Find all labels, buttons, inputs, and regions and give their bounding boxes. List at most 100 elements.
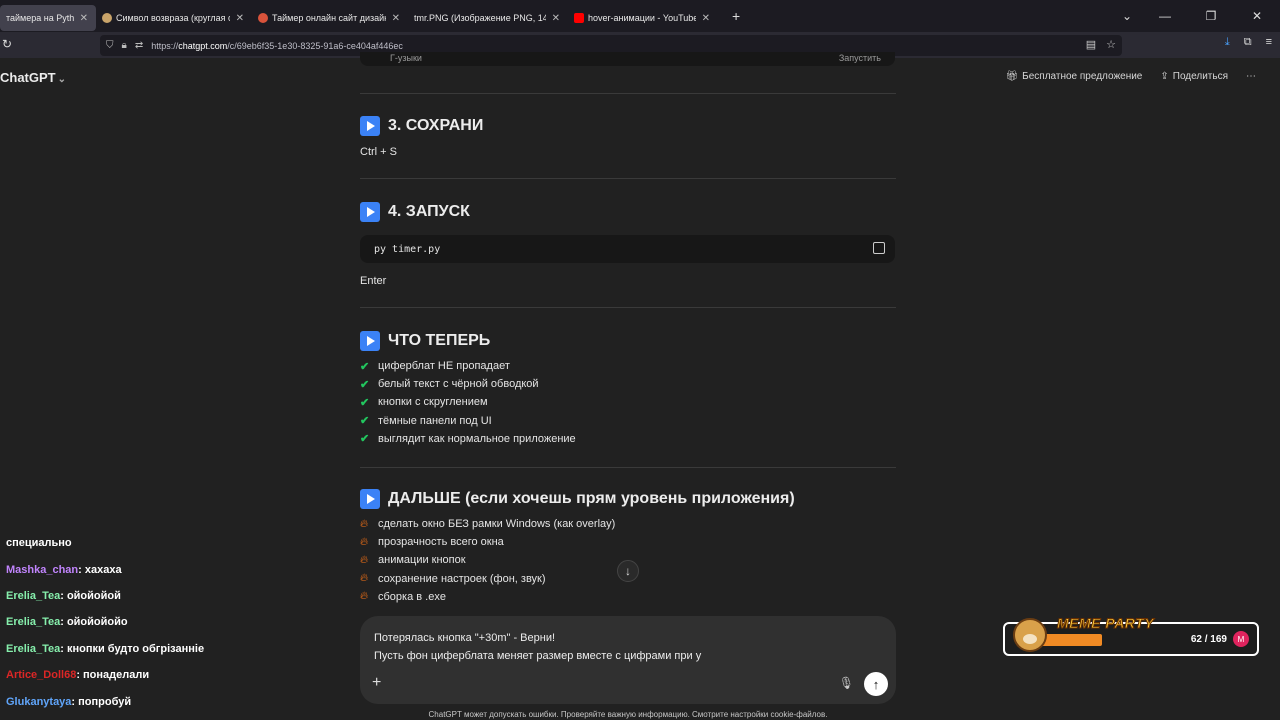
bookmark-star-icon[interactable]: ☆ <box>1106 38 1116 51</box>
reader-view-icon[interactable]: ▤ <box>1086 38 1096 51</box>
window-controls: ⌄ — ❐ ✕ <box>1112 0 1280 32</box>
list-item-text: сборка в .exe <box>378 590 446 603</box>
list-item-text: кнопки с скруглением <box>378 396 488 409</box>
url-host: chatgpt.com <box>178 40 228 51</box>
run-text: Enter <box>360 275 387 287</box>
tab-3[interactable]: tmr.PNG (Изображение PNG, 1465 ✕ <box>408 5 568 31</box>
divider <box>360 93 896 94</box>
download-icon[interactable]: ⤓ <box>1225 36 1230 49</box>
favicon-icon <box>258 13 268 23</box>
message-composer[interactable]: Потерялась кнопка "+30m" - Верни! Пусть … <box>360 616 896 704</box>
model-selector[interactable]: ChatGPT ⌄ <box>0 70 66 85</box>
more-icon: ⋯ <box>1246 71 1256 82</box>
tab-2[interactable]: Таймер онлайн сайт дизайн а ✕ <box>252 5 408 31</box>
chat-message: Artice_Doll68: понаделали <box>6 662 204 688</box>
gift-icon: 🎁︎ <box>1005 71 1019 82</box>
list-item-text: циферблат НЕ пропадает <box>378 360 510 373</box>
check-icon: ✔ <box>360 396 370 409</box>
divider <box>360 467 896 468</box>
extensions-icon[interactable]: ⧉ <box>1244 36 1252 49</box>
fire-icon: 🔥︎ <box>360 590 369 603</box>
list-item: ✔ тёмные панели под UI <box>360 412 576 430</box>
play-button-icon <box>360 202 380 222</box>
play-button-icon <box>360 331 380 351</box>
free-offer-button[interactable]: 🎁︎ Бесплатное предложение <box>1005 71 1142 82</box>
browser-tab-bar: таймера на Python ✕ Символ возвраза (кру… <box>0 0 1280 32</box>
more-options-button[interactable]: ⋯ <box>1246 71 1256 82</box>
chat-text: специально <box>6 537 72 550</box>
disclaimer-text: ChatGPT может допускать ошибки. Проверяй… <box>428 710 828 719</box>
tab-title: таймера на Python <box>6 13 74 23</box>
stream-chat-overlay: специально Mashka_chan: хахаха Erelia_Te… <box>6 530 204 715</box>
send-button[interactable]: ↑ <box>864 672 888 696</box>
chat-message: Mashka_chan: хахаха <box>6 556 204 582</box>
list-item-text: прозрачность всего окна <box>378 536 504 549</box>
tab-title: tmr.PNG (Изображение PNG, 1465 <box>414 13 546 23</box>
attach-plus-icon[interactable]: + <box>372 674 381 692</box>
menu-icon[interactable]: ≡ <box>1266 36 1272 49</box>
heading-text: 4. ЗАПУСК <box>388 203 470 220</box>
tab-list-icon[interactable]: ⌄ <box>1112 9 1142 23</box>
chat-message: Erelia_Tea: ойойойой <box>6 583 204 609</box>
shield-icon[interactable]: ⛉ <box>106 40 114 51</box>
partial-code-text: Г-узыки <box>390 53 422 63</box>
divider <box>360 178 896 179</box>
run-code-button[interactable]: Запустить <box>839 53 881 63</box>
doge-icon <box>1013 618 1047 652</box>
close-tab-icon[interactable]: ✕ <box>236 13 244 24</box>
code-block: py timer.py <box>360 235 895 263</box>
chat-username: Erelia_Tea <box>6 616 61 629</box>
composer-input[interactable]: Потерялась кнопка "+30m" - Верни! Пусть … <box>374 629 701 665</box>
close-tab-icon[interactable]: ✕ <box>552 13 560 24</box>
list-item-text: выглядит как нормальное приложение <box>378 432 576 445</box>
list-item-text: сделать окно БЕЗ рамки Windows (как over… <box>378 518 616 531</box>
scroll-down-button[interactable]: ↓ <box>617 560 639 582</box>
meme-count: 62 / 169 <box>1190 634 1227 645</box>
youtube-icon <box>574 13 584 23</box>
share-button[interactable]: ⇪ Поделиться <box>1160 71 1228 82</box>
chat-text: : понаделали <box>76 669 150 682</box>
restore-icon[interactable]: ❐ <box>1188 9 1234 23</box>
meme-party-widget: MEME PARTY 62 / 169 M <box>1003 615 1259 656</box>
section-heading-save: 3. СОХРАНИ <box>360 116 483 136</box>
permissions-icon[interactable]: ⇄ <box>135 40 143 51</box>
check-icon: ✔ <box>360 378 370 391</box>
tab-4[interactable]: hover-анимации - YouTube ✕ <box>568 5 718 31</box>
share-icon: ⇪ <box>1160 71 1169 82</box>
lock-icon[interactable]: 🔒︎ <box>122 40 127 51</box>
badge-icon: M <box>1233 631 1249 647</box>
close-tab-icon[interactable]: ✕ <box>702 13 710 24</box>
copy-icon[interactable] <box>873 242 885 254</box>
microphone-icon[interactable]: 🎙︎ <box>839 676 854 690</box>
tab-title: Символ возвраза (круглая стр <box>116 13 230 23</box>
tab-1[interactable]: Символ возвраза (круглая стр ✕ <box>96 5 252 31</box>
chevron-down-icon: ⌄ <box>57 74 67 85</box>
close-window-icon[interactable]: ✕ <box>1234 9 1280 23</box>
new-tab-icon[interactable]: + <box>732 8 740 24</box>
partial-code-block: Г-узыки Запустить <box>360 52 895 66</box>
chat-username: Erelia_Tea <box>6 589 61 602</box>
play-button-icon <box>360 116 380 136</box>
list-item-text: сохранение настроек (фон, звук) <box>378 572 546 585</box>
list-item: ✔ кнопки с скруглением <box>360 393 576 411</box>
fire-icon: 🔥︎ <box>360 572 369 585</box>
play-button-icon <box>360 489 380 509</box>
chat-username: Artice_Doll68 <box>6 669 77 682</box>
chat-username: Glukanytaya <box>6 695 72 708</box>
list-item: ✔ белый текст с чёрной обводкой <box>360 375 576 393</box>
close-tab-icon[interactable]: ✕ <box>80 13 88 24</box>
favicon-icon <box>102 13 112 23</box>
minimize-icon[interactable]: — <box>1142 9 1188 23</box>
fire-icon: 🔥︎ <box>360 553 369 566</box>
tab-0[interactable]: таймера на Python ✕ <box>0 5 96 31</box>
code-text: py timer.py <box>374 243 441 255</box>
list-item-text: анимации кнопок <box>378 554 466 567</box>
next-list: 🔥︎ сделать окно БЕЗ рамки Windows (как ov… <box>360 515 615 606</box>
list-item: 🔥︎ анимации кнопок <box>360 551 615 569</box>
section-heading-next: ДАЛЬШЕ (если хочешь прям уровень приложе… <box>360 489 795 509</box>
close-tab-icon[interactable]: ✕ <box>392 13 400 24</box>
chat-text: : кнопки будто обгрізанніе <box>60 642 205 655</box>
reload-icon[interactable]: ↻ <box>2 37 12 51</box>
chat-username: Erelia_Tea <box>6 642 61 655</box>
check-icon: ✔ <box>360 360 370 373</box>
